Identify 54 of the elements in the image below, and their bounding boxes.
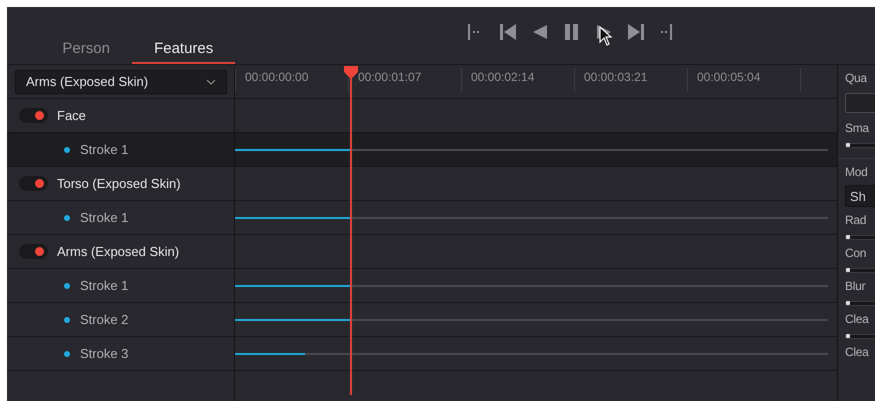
property-label: Clea (845, 345, 870, 361)
property-label: Con (845, 246, 868, 262)
stroke-name: Stroke 1 (80, 278, 128, 293)
property-label: Sma (845, 121, 870, 137)
slider-thumb[interactable] (846, 268, 850, 272)
tab[interactable]: Features (132, 34, 235, 64)
pause-icon (563, 22, 581, 40)
stroke-dot-icon (64, 282, 70, 288)
feature-name: Arms (Exposed Skin) (57, 244, 180, 259)
toggle-switch[interactable] (19, 108, 48, 123)
stroke-name: Stroke 1 (80, 142, 128, 157)
go-to-end-icon (659, 22, 673, 40)
property-label: Mod (845, 165, 868, 181)
transport-button[interactable] (531, 22, 549, 40)
stroke-name: Stroke 2 (80, 312, 128, 327)
stroke-dot-icon (64, 214, 70, 220)
slider-thumb[interactable] (846, 301, 850, 305)
playhead[interactable] (343, 65, 360, 395)
property-label: Clea (845, 312, 870, 328)
tab[interactable]: Person (40, 34, 132, 64)
stroke-name: Stroke 3 (80, 346, 128, 361)
stroke-row[interactable]: Stroke 1 (7, 201, 234, 235)
transport-button[interactable] (499, 22, 517, 40)
transport-button[interactable] (563, 22, 581, 40)
stroke-row[interactable]: Stroke 2 (7, 303, 234, 337)
feature-name: Torso (Exposed Skin) (57, 176, 181, 191)
mode-button[interactable]: Sh (845, 185, 875, 207)
go-to-start-icon (467, 22, 481, 40)
property-label: Rad (845, 213, 868, 229)
skip-forward-icon (627, 22, 645, 40)
chevron-down-icon (206, 78, 216, 84)
reverse-play-icon (531, 22, 549, 40)
feature-name: Face (57, 108, 86, 123)
toggle-switch[interactable] (19, 176, 48, 191)
timecode-label: 00:00:02:14 (461, 68, 574, 92)
stroke-dot-icon (64, 146, 70, 152)
property-label: Blur (845, 279, 866, 295)
stroke-row[interactable]: Stroke 3 (7, 337, 234, 371)
toggle-switch[interactable] (19, 244, 48, 259)
slider-thumb[interactable] (846, 334, 850, 338)
slider-thumb[interactable] (846, 143, 850, 147)
transport-button[interactable] (627, 22, 645, 40)
mouse-cursor-icon (599, 26, 613, 46)
stroke-name: Stroke 1 (80, 210, 128, 225)
stroke-row[interactable]: Stroke 1 (7, 133, 234, 167)
timecode-label: 00:00:03:21 (574, 68, 687, 92)
slider-thumb[interactable] (846, 235, 850, 239)
timecode-label: 00:00:05:04 (687, 68, 800, 92)
stroke-dot-icon (64, 350, 70, 356)
stroke-row[interactable]: Stroke 1 (7, 269, 234, 303)
skip-back-icon (499, 22, 517, 40)
feature-dropdown[interactable]: Arms (Exposed Skin) (15, 70, 227, 94)
stroke-dot-icon (64, 316, 70, 322)
property-label: Qua (845, 71, 868, 87)
